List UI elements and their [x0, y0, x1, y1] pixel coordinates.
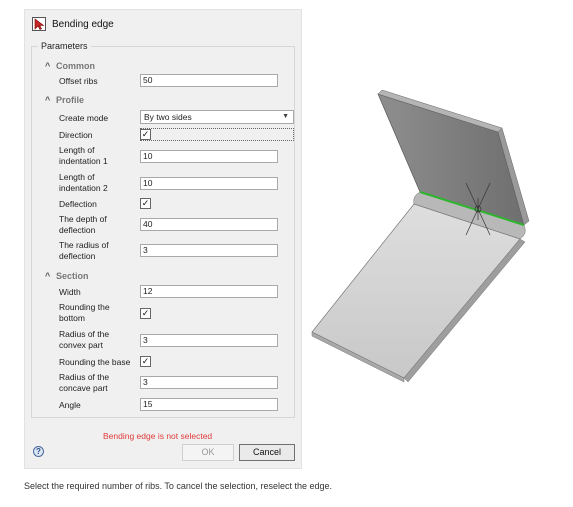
direction-label: Direction [59, 130, 93, 140]
rounding-bottom-label: Rounding the bottom [59, 302, 110, 323]
width-label: Width [59, 287, 81, 297]
width-input[interactable]: 12 [140, 285, 278, 298]
bottom-plate [311, 203, 521, 379]
length-indentation-1-input[interactable]: 10 [140, 150, 278, 163]
create-mode-select[interactable]: By two sides ▼ [140, 110, 294, 124]
help-icon[interactable]: ? [33, 446, 44, 457]
caption-text: Select the required number of ribs. To c… [24, 481, 333, 491]
section-common-header[interactable]: ^ Common [45, 61, 95, 71]
rounding-bottom-checkbox[interactable]: ✓ [140, 308, 151, 319]
parameters-group-label: Parameters [38, 41, 91, 51]
depth-deflection-label: The depth of deflection [59, 214, 107, 235]
chevron-down-icon: ▼ [282, 113, 289, 120]
parameters-group: Parameters ^ Common Offset ribs 50 ^ Profi… [31, 41, 295, 418]
direction-focus-outline [140, 128, 294, 141]
rounding-base-label: Rounding the base [59, 357, 131, 367]
deflection-checkbox[interactable]: ✓ [140, 198, 151, 209]
radius-convex-input[interactable]: 3 [140, 334, 278, 347]
angle-label: Angle [59, 400, 81, 410]
angle-input[interactable]: 15 [140, 398, 278, 411]
chevron-up-icon: ^ [45, 61, 51, 71]
chevron-up-icon: ^ [45, 271, 51, 281]
bent-plate-3d-view[interactable] [308, 88, 533, 390]
length-indentation-2-label: Length of indentation 2 [59, 172, 108, 193]
ok-button[interactable]: OK [182, 444, 234, 461]
radius-deflection-input[interactable]: 3 [140, 244, 278, 257]
bending-edge-icon [32, 17, 46, 31]
create-mode-value: By two sides [144, 112, 192, 122]
depth-deflection-input[interactable]: 40 [140, 218, 278, 231]
radius-convex-label: Radius of the convex part [59, 329, 110, 350]
deflection-label: Deflection [59, 199, 97, 209]
direction-checkbox[interactable]: ✓ [140, 129, 151, 140]
section-profile-label: Profile [56, 95, 85, 105]
dialog-title: Bending edge [52, 19, 114, 30]
create-mode-label: Create mode [59, 113, 109, 123]
radius-concave-label: Radius of the concave part [59, 372, 110, 393]
rounding-base-checkbox[interactable]: ✓ [140, 356, 151, 367]
cancel-button[interactable]: Cancel [239, 444, 295, 461]
length-indentation-1-label: Length of indentation 1 [59, 145, 108, 166]
section-common-label: Common [56, 61, 95, 71]
section-profile-header[interactable]: ^ Profile [45, 95, 84, 105]
section-section-header[interactable]: ^ Section [45, 271, 89, 281]
offset-ribs-input[interactable]: 50 [140, 74, 278, 87]
bending-edge-dialog: Bending edge Parameters ^ Common Offset r… [24, 9, 302, 469]
error-message: Bending edge is not selected [103, 431, 213, 441]
radius-deflection-label: The radius of deflection [59, 240, 109, 261]
offset-ribs-label: Offset ribs [59, 76, 98, 86]
length-indentation-2-input[interactable]: 10 [140, 177, 278, 190]
chevron-up-icon: ^ [45, 95, 51, 105]
section-section-label: Section [56, 271, 89, 281]
radius-concave-input[interactable]: 3 [140, 376, 278, 389]
